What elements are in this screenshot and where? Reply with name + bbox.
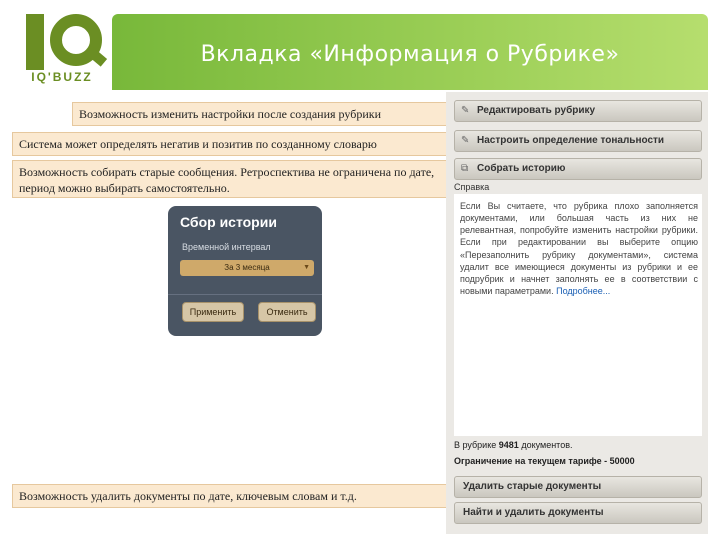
find-delete-documents-button[interactable]: Найти и удалить документы: [454, 502, 702, 524]
caption-delete-documents: Возможность удалить документы по дате, к…: [12, 484, 450, 508]
delete-old-documents-button[interactable]: Удалить старые документы: [454, 476, 702, 498]
document-count-value: 9481: [498, 440, 519, 450]
collect-history-label: Собрать историю: [477, 163, 566, 174]
tariff-limit: Ограничение на текущем тарифе - 50000: [454, 456, 635, 466]
edit-rubric-button[interactable]: ✎ Редактировать рубрику: [454, 100, 702, 122]
title-banner: Вкладка «Информация о Рубрике»: [112, 14, 708, 90]
copy-icon: ⧉: [461, 163, 469, 174]
more-link[interactable]: Подробнее...: [556, 286, 610, 296]
pencil-icon: ✎: [461, 105, 470, 116]
help-text-body: Если Вы считаете, что рубрика плохо запо…: [460, 201, 698, 296]
chevron-down-icon: ▼: [303, 264, 310, 271]
help-text: Если Вы считаете, что рубрика плохо запо…: [460, 200, 698, 297]
document-count: В рубрике 9481 документов.: [454, 440, 573, 450]
help-label: Справка: [454, 182, 490, 192]
dialog-divider: [168, 294, 322, 295]
logo-mark: [26, 14, 108, 70]
history-dialog-title: Сбор истории: [180, 214, 277, 230]
right-panel: ✎ Редактировать рубрику ✎ Настроить опре…: [446, 92, 708, 534]
help-box: Если Вы считаете, что рубрика плохо запо…: [454, 194, 702, 318]
logo: IQ'BUZZ: [18, 10, 108, 90]
edit-rubric-label: Редактировать рубрику: [477, 105, 596, 116]
interval-select[interactable]: За 3 месяца ▼: [180, 260, 314, 276]
interval-select-value: За 3 месяца: [224, 263, 270, 272]
history-dialog: Сбор истории Временной интервал За 3 мес…: [168, 206, 322, 336]
configure-tone-label: Настроить определение тональности: [477, 135, 665, 146]
cancel-button[interactable]: Отменить: [258, 302, 316, 322]
page-title: Вкладка «Информация о Рубрике»: [200, 42, 620, 67]
configure-tone-button[interactable]: ✎ Настроить определение тональности: [454, 130, 702, 152]
caption-tone-dictionary: Система может определять негатив и позит…: [12, 132, 450, 156]
help-blank-area: [454, 318, 702, 436]
apply-button[interactable]: Применить: [182, 302, 244, 322]
caption-edit-settings: Возможность изменить настройки после соз…: [72, 102, 450, 126]
collect-history-button[interactable]: ⧉ Собрать историю: [454, 158, 702, 180]
caption-collect-history: Возможность собирать старые сообщения. Р…: [12, 160, 450, 198]
pencil-icon: ✎: [461, 135, 470, 146]
interval-label: Временной интервал: [182, 242, 271, 252]
logo-text: IQ'BUZZ: [31, 70, 93, 84]
